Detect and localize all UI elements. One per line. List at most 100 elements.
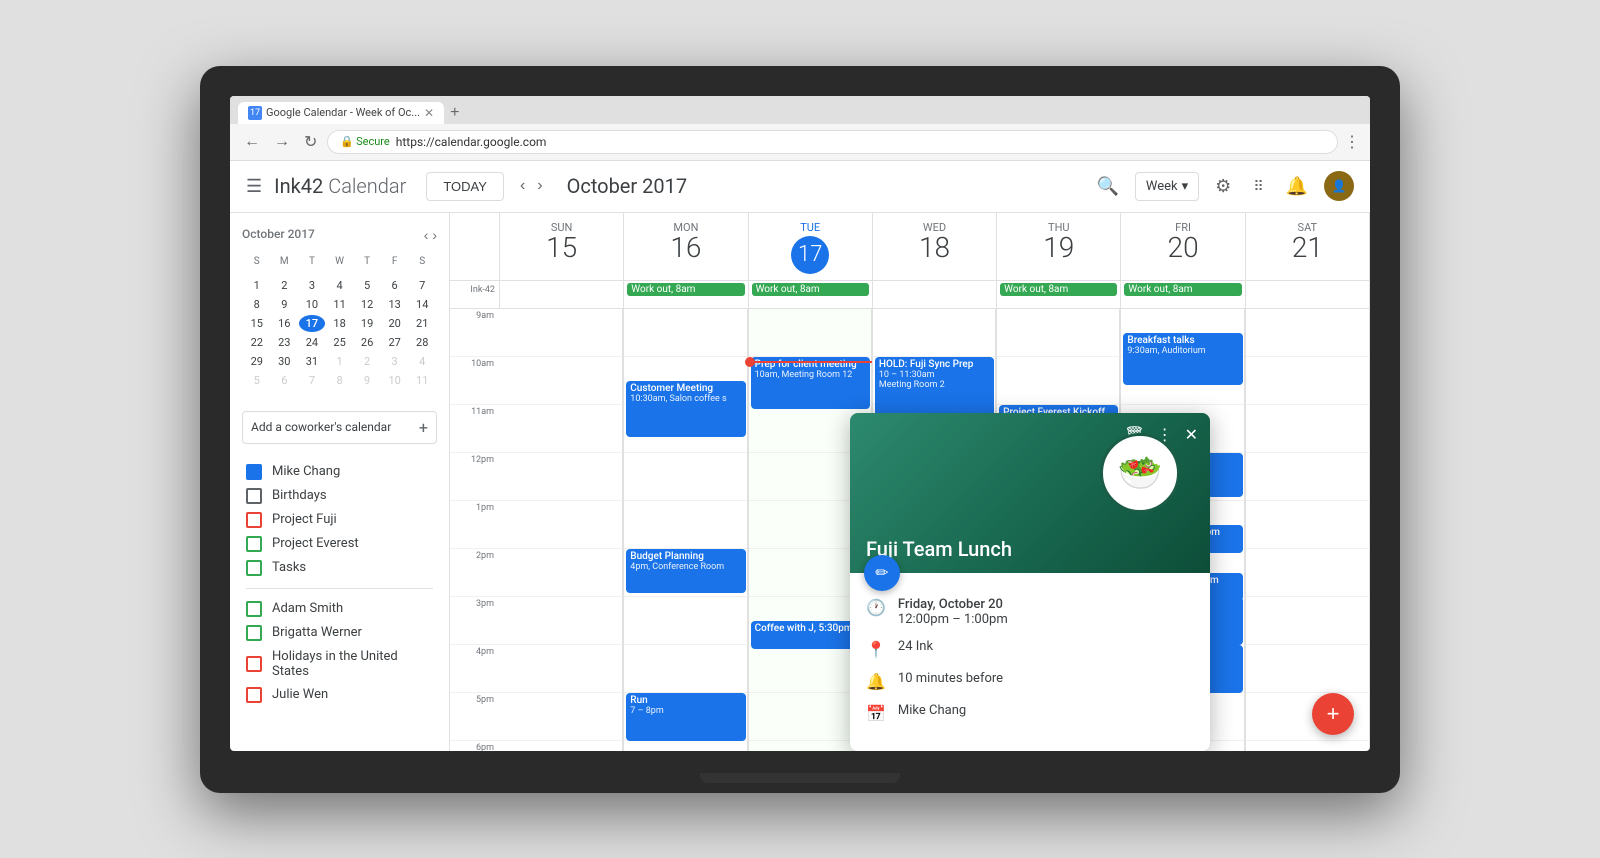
mini-cal-day[interactable]: 25 — [327, 334, 353, 351]
time-slot[interactable] — [624, 597, 747, 645]
time-slot[interactable] — [624, 645, 747, 693]
mini-cal-day[interactable]: 18 — [327, 315, 353, 332]
time-slot[interactable] — [624, 309, 747, 357]
time-slot[interactable] — [1246, 309, 1370, 357]
allday-sat[interactable] — [1246, 281, 1370, 308]
day-col-sun[interactable] — [500, 309, 624, 751]
user-avatar[interactable]: 👤 — [1324, 171, 1354, 201]
mini-cal-day[interactable]: 16 — [272, 315, 298, 332]
mini-cal-day[interactable]: 8 — [244, 296, 270, 313]
allday-thu[interactable]: Work out, 8am — [997, 281, 1121, 308]
mini-cal-day[interactable]: 9 — [354, 372, 380, 389]
mini-cal-day[interactable] — [244, 271, 270, 275]
today-button[interactable]: TODAY — [426, 172, 504, 201]
time-slot[interactable] — [624, 453, 747, 501]
time-slot[interactable] — [500, 405, 623, 453]
mini-cal-day[interactable]: 5 — [244, 372, 270, 389]
mini-cal-day[interactable]: 5 — [354, 277, 380, 294]
mini-cal-day[interactable]: 13 — [382, 296, 408, 313]
mini-cal-prev[interactable]: ‹ — [424, 227, 429, 243]
time-slot[interactable] — [1246, 741, 1370, 751]
allday-event[interactable]: Work out, 8am — [627, 283, 744, 296]
apps-button[interactable]: ⠿ — [1247, 172, 1269, 201]
time-slot[interactable] — [500, 549, 623, 597]
prev-week-button[interactable]: ‹ — [516, 173, 529, 199]
mini-cal-day[interactable]: 3 — [299, 277, 325, 294]
time-slot[interactable] — [500, 501, 623, 549]
calendar-item-julie-wen[interactable]: Julie Wen — [230, 683, 449, 707]
tab-close-btn[interactable]: ✕ — [424, 106, 434, 120]
mini-cal-day[interactable]: 1 — [244, 277, 270, 294]
mini-cal-day[interactable]: 12 — [354, 296, 380, 313]
allday-wed[interactable] — [873, 281, 997, 308]
calendar-checkbox[interactable] — [246, 488, 262, 504]
mini-cal-day[interactable]: 1 — [327, 353, 353, 370]
mini-cal-day[interactable] — [299, 271, 325, 275]
mini-cal-day-today[interactable]: 17 — [299, 315, 325, 332]
mini-cal-day[interactable]: 21 — [409, 315, 435, 332]
mini-cal-day[interactable]: 10 — [299, 296, 325, 313]
mini-cal-day[interactable]: 2 — [354, 353, 380, 370]
mini-cal-day[interactable]: 9 — [272, 296, 298, 313]
settings-button[interactable]: ⚙ — [1209, 170, 1237, 203]
time-slot[interactable] — [500, 357, 623, 405]
mini-cal-day[interactable]: 19 — [354, 315, 380, 332]
mini-cal-day[interactable]: 6 — [272, 372, 298, 389]
mini-cal-day[interactable]: 4 — [409, 353, 435, 370]
day-col-sat[interactable] — [1246, 309, 1370, 751]
mini-cal-day[interactable]: 27 — [382, 334, 408, 351]
time-slot[interactable] — [500, 597, 623, 645]
popup-edit-button[interactable]: ✏ — [864, 555, 900, 591]
mini-cal-day[interactable]: 11 — [327, 296, 353, 313]
time-slot[interactable] — [500, 693, 623, 741]
allday-event[interactable]: Work out, 8am — [1124, 283, 1241, 296]
calendar-item-birthdays[interactable]: Birthdays — [230, 484, 449, 508]
calendar-checkbox[interactable] — [246, 625, 262, 641]
mini-cal-next[interactable]: › — [432, 227, 437, 243]
allday-event[interactable]: Work out, 8am — [1000, 283, 1117, 296]
new-tab-button[interactable]: + — [450, 104, 459, 122]
mini-cal-day[interactable]: 20 — [382, 315, 408, 332]
time-slot[interactable] — [500, 453, 623, 501]
event-prep-client-meeting[interactable]: Prep for client meeting 10am, Meeting Ro… — [751, 357, 870, 409]
calendar-item-brigatta-werner[interactable]: Brigatta Werner — [230, 621, 449, 645]
mini-cal-day[interactable]: 2 — [272, 277, 298, 294]
calendar-item-project-fuji[interactable]: Project Fuji — [230, 508, 449, 532]
search-button[interactable]: 🔍 — [1091, 170, 1125, 203]
allday-event[interactable]: Work out, 8am — [752, 283, 869, 296]
time-slot[interactable] — [624, 501, 747, 549]
calendar-item-holidays[interactable]: Holidays in the United States — [230, 645, 449, 683]
notifications-button[interactable]: 🔔 — [1280, 170, 1314, 203]
calendar-checkbox[interactable]: ✓ — [246, 464, 262, 480]
add-coworker-calendar[interactable]: Add a coworker's calendar + — [242, 411, 437, 444]
event-run[interactable]: Run 7 – 8pm — [626, 693, 745, 741]
calendar-checkbox[interactable] — [246, 560, 262, 576]
allday-tue[interactable]: Work out, 8am — [749, 281, 873, 308]
mini-cal-day[interactable]: 31 — [299, 353, 325, 370]
calendar-checkbox[interactable] — [246, 512, 262, 528]
time-slot[interactable] — [500, 309, 623, 357]
time-slot[interactable] — [1246, 645, 1370, 693]
calendar-checkbox[interactable] — [246, 536, 262, 552]
browser-tab[interactable]: 17 Google Calendar - Week of Oc... ✕ — [238, 102, 444, 124]
menu-button[interactable]: ☰ — [246, 176, 262, 197]
create-event-fab[interactable]: + — [1312, 693, 1354, 735]
view-selector[interactable]: Week ▾ — [1135, 172, 1199, 201]
calendar-checkbox[interactable] — [246, 687, 262, 703]
mini-cal-day[interactable]: 6 — [382, 277, 408, 294]
address-bar[interactable]: 🔒 Secure https://calendar.google.com — [327, 130, 1338, 154]
mini-cal-day[interactable]: 22 — [244, 334, 270, 351]
mini-cal-day[interactable] — [354, 271, 380, 275]
calendar-checkbox[interactable] — [246, 601, 262, 617]
day-col-mon[interactable]: Customer Meeting 10:30am, Salon coffee s… — [624, 309, 748, 751]
mini-cal-day[interactable]: 8 — [327, 372, 353, 389]
mini-cal-day[interactable]: 26 — [354, 334, 380, 351]
time-slot[interactable] — [1246, 549, 1370, 597]
mini-cal-day[interactable]: 28 — [409, 334, 435, 351]
mini-cal-day[interactable] — [327, 271, 353, 275]
time-slot[interactable] — [1246, 453, 1370, 501]
allday-mon[interactable]: Work out, 8am — [624, 281, 748, 308]
time-slot[interactable] — [500, 645, 623, 693]
time-slot[interactable] — [624, 741, 747, 751]
mini-cal-day[interactable]: 29 — [244, 353, 270, 370]
